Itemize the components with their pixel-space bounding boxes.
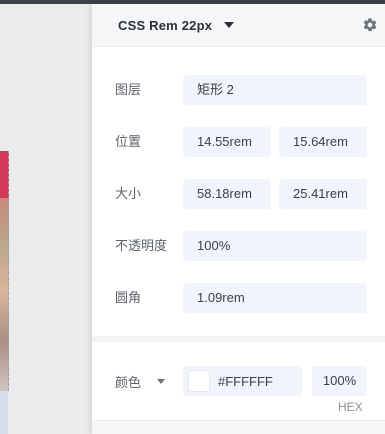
gear-icon[interactable]: [361, 16, 379, 34]
artboard-preview[interactable]: [0, 151, 9, 391]
layer-label: 图层: [115, 82, 142, 97]
radius-label: 圆角: [115, 290, 142, 305]
opacity-row: 不透明度 100%: [92, 231, 385, 261]
opacity-label: 不透明度: [115, 238, 168, 253]
height-field[interactable]: 25.41rem: [279, 179, 367, 209]
position-y-field[interactable]: 15.64rem: [279, 127, 367, 157]
section-divider: [92, 336, 385, 342]
artboard-bottom-strip: [0, 391, 8, 434]
layer-row: 图层 矩形 2: [92, 75, 385, 105]
size-row: 大小 58.18rem 25.41rem: [92, 179, 385, 209]
color-mode-dropdown[interactable]: 颜色: [115, 366, 166, 396]
hex-color-field[interactable]: #FFFFFF: [183, 366, 302, 396]
position-label: 位置: [115, 134, 142, 149]
radius-row: 圆角 1.09rem: [92, 283, 385, 313]
position-row: 位置 14.55rem 15.64rem: [92, 127, 385, 157]
layer-name-field[interactable]: 矩形 2: [183, 75, 367, 105]
app-frame: CSS Rem 22px 图层 矩形 2 位置 14.55rem 15.64re…: [0, 0, 385, 434]
color-label: 颜色: [115, 374, 142, 390]
caret-down-icon[interactable]: [157, 378, 166, 384]
radius-field[interactable]: 1.09rem: [183, 283, 367, 313]
panel-bottom-edge: [92, 420, 385, 434]
unit-selector[interactable]: CSS Rem 22px: [118, 16, 235, 34]
size-label: 大小: [115, 186, 142, 201]
design-canvas[interactable]: [0, 4, 92, 434]
color-alpha-field[interactable]: 100%: [312, 366, 367, 396]
color-row: 颜色 #FFFFFF 100%: [92, 366, 385, 396]
width-field[interactable]: 58.18rem: [183, 179, 271, 209]
unit-label: CSS Rem 22px: [118, 17, 213, 33]
caret-down-icon[interactable]: [224, 22, 235, 28]
color-swatch[interactable]: [188, 370, 210, 392]
panel-header: CSS Rem 22px: [92, 4, 385, 47]
opacity-field[interactable]: 100%: [183, 231, 367, 261]
hex-value: #FFFFFF: [218, 373, 273, 389]
color-format-label: HEX: [338, 400, 363, 414]
position-x-field[interactable]: 14.55rem: [183, 127, 271, 157]
inspector-panel: CSS Rem 22px 图层 矩形 2 位置 14.55rem 15.64re…: [92, 4, 385, 434]
